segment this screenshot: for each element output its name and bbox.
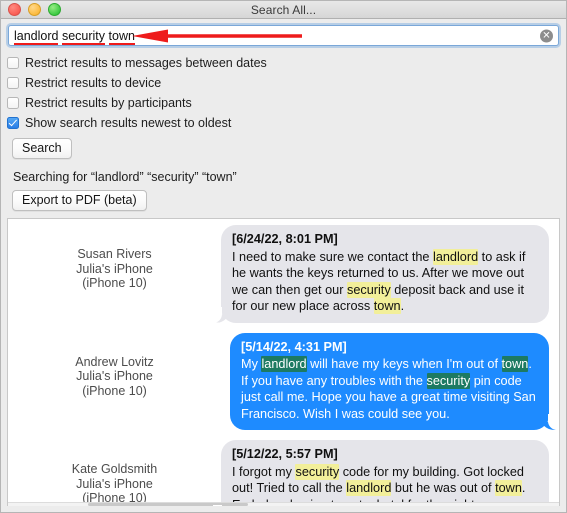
option-restrict-device[interactable]: Restrict results to device [7, 73, 566, 92]
device-owner: Julia's iPhone [76, 261, 153, 276]
search-all-window: Search All... landlord security town ✕ R… [0, 0, 567, 513]
checkbox-restrict-dates[interactable] [7, 56, 19, 69]
search-input-value: landlord security town [14, 28, 135, 45]
message-bubble[interactable]: [5/12/22, 5:57 PM] I forgot my security … [213, 440, 549, 506]
sender-name: Susan Rivers [77, 247, 152, 261]
message-bubble[interactable]: [5/14/22, 4:31 PM] My landlord will have… [230, 332, 557, 430]
export-to-pdf-button[interactable]: Export to PDF (beta) [12, 190, 147, 211]
red-annotation-arrow [132, 29, 302, 42]
option-restrict-dates[interactable]: Restrict results to messages between dat… [7, 53, 566, 72]
search-results-panel[interactable]: Susan Rivers Julia's iPhone (iPhone 10) … [7, 218, 560, 506]
result-row: Andrew Lovitz Julia's iPhone (iPhone 10)… [8, 327, 559, 435]
window-titlebar: Search All... [1, 1, 566, 19]
device-model: (iPhone 10) [82, 383, 147, 398]
message-timestamp: [5/12/22, 5:57 PM] [232, 447, 338, 461]
result-sender-info: Kate Goldsmith Julia's iPhone (iPhone 10… [8, 440, 221, 506]
search-term-highlight: town [373, 298, 401, 314]
option-label: Restrict results to device [25, 75, 162, 90]
option-label: Restrict results to messages between dat… [25, 55, 267, 70]
checkbox-sort-newest-oldest[interactable] [7, 116, 19, 129]
traffic-light-group [8, 1, 61, 18]
search-button-area: Search [1, 133, 566, 159]
checkbox-restrict-device[interactable] [7, 76, 19, 89]
search-options-list: Restrict results to messages between dat… [1, 51, 566, 133]
option-label: Restrict results by participants [25, 95, 192, 110]
search-term-highlight: landlord [261, 356, 307, 372]
search-button[interactable]: Search [12, 138, 72, 159]
message-timestamp: [5/14/22, 4:31 PM] [241, 339, 347, 354]
search-term-highlight: security [426, 372, 471, 389]
searching-for-status: Searching for “landlord” “security” “tow… [13, 170, 237, 184]
search-term-highlight: landlord [433, 248, 479, 265]
device-model: (iPhone 10) [82, 276, 147, 290]
option-sort-newest-oldest[interactable]: Show search results newest to oldest [7, 113, 566, 132]
result-sender-info: Andrew Lovitz Julia's iPhone (iPhone 10) [8, 333, 221, 399]
zoom-window-button[interactable] [48, 3, 61, 16]
search-term-highlight: town [495, 480, 522, 496]
device-owner: Julia's iPhone [76, 476, 153, 491]
search-term-highlight: landlord [346, 480, 392, 496]
result-row: Susan Rivers Julia's iPhone (iPhone 10) … [8, 219, 559, 327]
sender-name: Andrew Lovitz [75, 354, 154, 369]
clear-search-icon[interactable]: ✕ [540, 29, 553, 42]
window-title: Search All... [250, 2, 317, 17]
option-restrict-participants[interactable]: Restrict results by participants [7, 93, 566, 112]
device-owner: Julia's iPhone [76, 369, 153, 383]
result-sender-info: Susan Rivers Julia's iPhone (iPhone 10) [8, 225, 221, 291]
horizontal-scrollbar[interactable] [8, 502, 559, 506]
search-term-highlight: security [346, 281, 391, 298]
message-body: I need to make sure we contact the landl… [232, 248, 526, 314]
search-term-highlight: town [501, 356, 529, 372]
search-term-highlight: security [295, 463, 340, 480]
close-window-button[interactable] [8, 3, 21, 16]
message-body: I forgot my security code for my buildin… [232, 463, 526, 506]
export-button-area: Export to PDF (beta) [1, 184, 566, 218]
sender-name: Kate Goldsmith [71, 462, 158, 476]
checkbox-restrict-participants[interactable] [7, 96, 19, 109]
minimize-window-button[interactable] [28, 3, 41, 16]
message-bubble[interactable]: [6/24/22, 8:01 PM] I need to make sure w… [213, 225, 549, 323]
result-bubble-wrap: [5/12/22, 5:57 PM] I forgot my security … [213, 440, 559, 506]
result-bubble-wrap: [5/14/22, 4:31 PM] My landlord will have… [221, 332, 559, 430]
result-bubble-wrap: [6/24/22, 8:01 PM] I need to make sure w… [213, 225, 559, 323]
search-input[interactable]: landlord security town ✕ [8, 25, 559, 46]
search-bar-area: landlord security town ✕ [1, 19, 566, 51]
message-body: My landlord will have my keys when I'm o… [241, 356, 536, 421]
result-row: Kate Goldsmith Julia's iPhone (iPhone 10… [8, 434, 559, 506]
message-timestamp: [6/24/22, 8:01 PM] [232, 232, 338, 246]
scrollbar-thumb[interactable] [88, 503, 248, 506]
option-label: Show search results newest to oldest [25, 115, 232, 130]
